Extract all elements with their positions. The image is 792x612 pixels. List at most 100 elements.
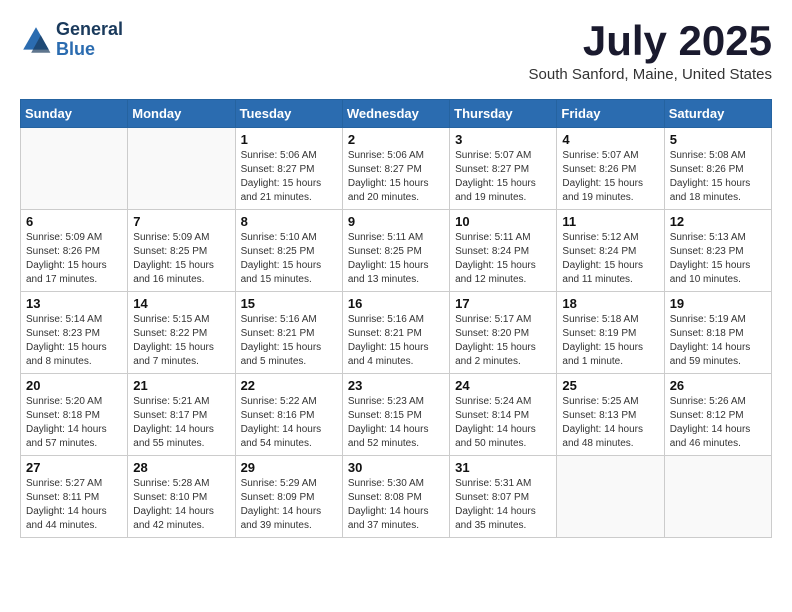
- day-number: 4: [562, 132, 658, 147]
- calendar-week-3: 13Sunrise: 5:14 AM Sunset: 8:23 PM Dayli…: [21, 292, 772, 374]
- calendar-cell: 1Sunrise: 5:06 AM Sunset: 8:27 PM Daylig…: [235, 128, 342, 210]
- day-header-wednesday: Wednesday: [342, 100, 449, 128]
- day-info: Sunrise: 5:19 AM Sunset: 8:18 PM Dayligh…: [670, 313, 766, 369]
- day-info: Sunrise: 5:31 AM Sunset: 8:07 PM Dayligh…: [455, 477, 551, 533]
- day-number: 28: [133, 460, 229, 475]
- day-number: 9: [348, 214, 444, 229]
- day-info: Sunrise: 5:18 AM Sunset: 8:19 PM Dayligh…: [562, 313, 658, 369]
- calendar-cell: 4 Sunrise: 5:07 AM Sunset: 8:26 PM Daylig…: [557, 128, 664, 210]
- calendar-cell: 8 Sunrise: 5:10 AM Sunset: 8:25 PM Daylig…: [235, 210, 342, 292]
- day-number: 29: [241, 460, 337, 475]
- calendar-cell: 15 Sunrise: 5:16 AM Sunset: 8:21 PM Dayli…: [235, 292, 342, 374]
- day-info: Sunrise: 5:27 AM Sunset: 8:11 PM Dayligh…: [26, 477, 122, 533]
- title-block: July 2025 South Sanford, Maine, United S…: [529, 20, 772, 83]
- day-number: 15: [241, 296, 337, 311]
- day-info: Sunrise: 5:23 AM Sunset: 8:15 PM Dayligh…: [348, 395, 444, 451]
- day-header-tuesday: Tuesday: [235, 100, 342, 128]
- calendar-week-2: 6 Sunrise: 5:09 AM Sunset: 8:26 PM Daylig…: [21, 210, 772, 292]
- calendar-week-1: 1Sunrise: 5:06 AM Sunset: 8:27 PM Daylig…: [21, 128, 772, 210]
- calendar-cell: 10Sunrise: 5:11 AM Sunset: 8:24 PM Dayli…: [450, 210, 557, 292]
- day-number: 14: [133, 296, 229, 311]
- day-number: 24: [455, 378, 551, 393]
- calendar-cell: 14 Sunrise: 5:15 AM Sunset: 8:22 PM Dayli…: [128, 292, 235, 374]
- calendar-header-row: SundayMondayTuesdayWednesdayThursdayFrid…: [21, 100, 772, 128]
- day-info: Sunrise: 5:22 AM Sunset: 8:16 PM Dayligh…: [241, 395, 337, 451]
- day-info: Sunrise: 5:28 AM Sunset: 8:10 PM Dayligh…: [133, 477, 229, 533]
- day-number: 13: [26, 296, 122, 311]
- day-header-saturday: Saturday: [664, 100, 771, 128]
- day-info: Sunrise: 5:11 AM Sunset: 8:24 PM Dayligh…: [455, 231, 551, 287]
- day-info: Sunrise: 5:11 AM Sunset: 8:25 PM Dayligh…: [348, 231, 444, 287]
- day-info: Sunrise: 5:30 AM Sunset: 8:08 PM Dayligh…: [348, 477, 444, 533]
- day-number: 11: [562, 214, 658, 229]
- day-number: 5: [670, 132, 766, 147]
- calendar-cell: 7Sunrise: 5:09 AM Sunset: 8:25 PM Daylig…: [128, 210, 235, 292]
- day-number: 6: [26, 214, 122, 229]
- day-info: Sunrise: 5:06 AM Sunset: 8:27 PM Dayligh…: [241, 149, 337, 205]
- calendar-cell: 19 Sunrise: 5:19 AM Sunset: 8:18 PM Dayli…: [664, 292, 771, 374]
- day-info: Sunrise: 5:09 AM Sunset: 8:25 PM Dayligh…: [133, 231, 229, 287]
- day-number: 31: [455, 460, 551, 475]
- calendar-cell: 16Sunrise: 5:16 AM Sunset: 8:21 PM Dayli…: [342, 292, 449, 374]
- logo-text-blue: Blue: [56, 40, 123, 60]
- calendar-cell: 23 Sunrise: 5:23 AM Sunset: 8:15 PM Dayli…: [342, 374, 449, 456]
- logo-text-general: General: [56, 20, 123, 40]
- calendar-cell: [21, 128, 128, 210]
- day-header-friday: Friday: [557, 100, 664, 128]
- day-info: Sunrise: 5:07 AM Sunset: 8:27 PM Dayligh…: [455, 149, 551, 205]
- day-number: 19: [670, 296, 766, 311]
- day-number: 17: [455, 296, 551, 311]
- day-info: Sunrise: 5:26 AM Sunset: 8:12 PM Dayligh…: [670, 395, 766, 451]
- day-number: 27: [26, 460, 122, 475]
- calendar-cell: 11 Sunrise: 5:12 AM Sunset: 8:24 PM Dayli…: [557, 210, 664, 292]
- calendar-cell: 6 Sunrise: 5:09 AM Sunset: 8:26 PM Daylig…: [21, 210, 128, 292]
- calendar-cell: 13Sunrise: 5:14 AM Sunset: 8:23 PM Dayli…: [21, 292, 128, 374]
- day-info: Sunrise: 5:15 AM Sunset: 8:22 PM Dayligh…: [133, 313, 229, 369]
- day-number: 12: [670, 214, 766, 229]
- calendar-cell: 9 Sunrise: 5:11 AM Sunset: 8:25 PM Daylig…: [342, 210, 449, 292]
- day-info: Sunrise: 5:12 AM Sunset: 8:24 PM Dayligh…: [562, 231, 658, 287]
- logo: General Blue: [20, 20, 123, 60]
- day-info: Sunrise: 5:25 AM Sunset: 8:13 PM Dayligh…: [562, 395, 658, 451]
- day-info: Sunrise: 5:24 AM Sunset: 8:14 PM Dayligh…: [455, 395, 551, 451]
- day-info: Sunrise: 5:16 AM Sunset: 8:21 PM Dayligh…: [348, 313, 444, 369]
- day-number: 20: [26, 378, 122, 393]
- calendar-cell: 2 Sunrise: 5:06 AM Sunset: 8:27 PM Daylig…: [342, 128, 449, 210]
- day-info: Sunrise: 5:17 AM Sunset: 8:20 PM Dayligh…: [455, 313, 551, 369]
- calendar-cell: [128, 128, 235, 210]
- day-info: Sunrise: 5:07 AM Sunset: 8:26 PM Dayligh…: [562, 149, 658, 205]
- location-text: South Sanford, Maine, United States: [529, 66, 772, 83]
- day-number: 21: [133, 378, 229, 393]
- calendar-week-4: 20Sunrise: 5:20 AM Sunset: 8:18 PM Dayli…: [21, 374, 772, 456]
- day-info: Sunrise: 5:21 AM Sunset: 8:17 PM Dayligh…: [133, 395, 229, 451]
- day-info: Sunrise: 5:16 AM Sunset: 8:21 PM Dayligh…: [241, 313, 337, 369]
- calendar-cell: 21 Sunrise: 5:21 AM Sunset: 8:17 PM Dayli…: [128, 374, 235, 456]
- calendar-cell: 17 Sunrise: 5:17 AM Sunset: 8:20 PM Dayli…: [450, 292, 557, 374]
- day-info: Sunrise: 5:08 AM Sunset: 8:26 PM Dayligh…: [670, 149, 766, 205]
- day-number: 25: [562, 378, 658, 393]
- day-number: 23: [348, 378, 444, 393]
- calendar-cell: 12 Sunrise: 5:13 AM Sunset: 8:23 PM Dayli…: [664, 210, 771, 292]
- day-header-sunday: Sunday: [21, 100, 128, 128]
- day-number: 18: [562, 296, 658, 311]
- calendar-cell: 18 Sunrise: 5:18 AM Sunset: 8:19 PM Dayli…: [557, 292, 664, 374]
- calendar-cell: [557, 456, 664, 538]
- calendar-cell: 29Sunrise: 5:29 AM Sunset: 8:09 PM Dayli…: [235, 456, 342, 538]
- day-info: Sunrise: 5:10 AM Sunset: 8:25 PM Dayligh…: [241, 231, 337, 287]
- calendar-cell: 25 Sunrise: 5:25 AM Sunset: 8:13 PM Dayli…: [557, 374, 664, 456]
- day-number: 30: [348, 460, 444, 475]
- day-header-thursday: Thursday: [450, 100, 557, 128]
- day-number: 2: [348, 132, 444, 147]
- logo-icon: [20, 24, 52, 56]
- calendar-cell: 22Sunrise: 5:22 AM Sunset: 8:16 PM Dayli…: [235, 374, 342, 456]
- day-info: Sunrise: 5:06 AM Sunset: 8:27 PM Dayligh…: [348, 149, 444, 205]
- calendar-cell: 24 Sunrise: 5:24 AM Sunset: 8:14 PM Dayli…: [450, 374, 557, 456]
- calendar-week-5: 27 Sunrise: 5:27 AM Sunset: 8:11 PM Dayli…: [21, 456, 772, 538]
- calendar-table: SundayMondayTuesdayWednesdayThursdayFrid…: [20, 99, 772, 538]
- day-info: Sunrise: 5:13 AM Sunset: 8:23 PM Dayligh…: [670, 231, 766, 287]
- day-number: 8: [241, 214, 337, 229]
- day-info: Sunrise: 5:09 AM Sunset: 8:26 PM Dayligh…: [26, 231, 122, 287]
- month-title: July 2025: [529, 20, 772, 62]
- day-header-monday: Monday: [128, 100, 235, 128]
- calendar-cell: 27 Sunrise: 5:27 AM Sunset: 8:11 PM Dayli…: [21, 456, 128, 538]
